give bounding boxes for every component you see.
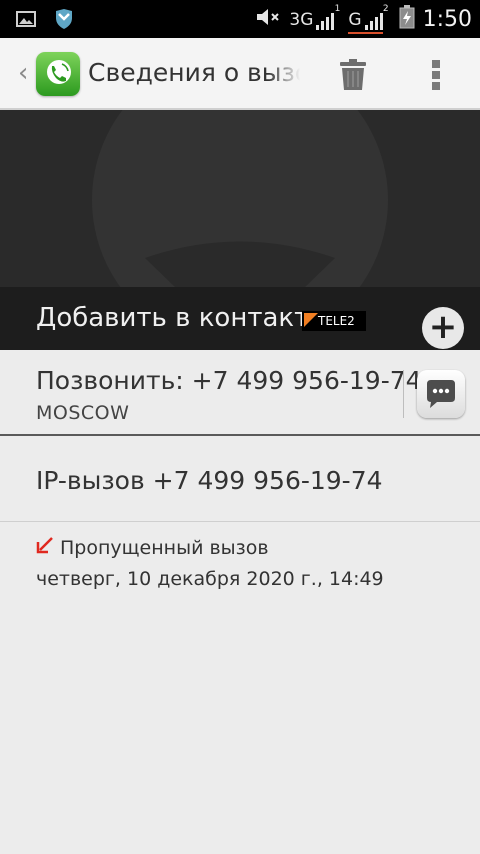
call-location: MOSCOW <box>36 402 130 424</box>
operator-badge: TELE2 <box>302 311 366 331</box>
signal-icon: 3G 1 <box>289 4 340 30</box>
call-history-item: Пропущенный вызов четверг, 10 декабря 20… <box>36 536 384 591</box>
add-to-contacts-bar[interactable]: Добавить в контакт TELE2 + <box>0 287 480 350</box>
back-button[interactable]: ‹ <box>18 58 28 88</box>
shield-icon <box>54 8 74 34</box>
missed-call-label: Пропущенный вызов <box>60 536 269 559</box>
operator-name: TELE2 <box>318 314 355 328</box>
call-number-label: Позвонить: +7 499 956-19-74 <box>36 366 422 395</box>
battery-charging-icon <box>399 5 415 33</box>
overflow-menu-icon[interactable] <box>430 58 442 92</box>
network-g-label: G <box>348 10 362 30</box>
trash-icon[interactable] <box>338 58 368 92</box>
status-bar: 3G 1 G 2 1:50 <box>0 0 480 38</box>
add-to-contacts-label: Добавить в контакт <box>36 303 310 333</box>
message-icon <box>427 380 455 408</box>
call-date: четверг, 10 декабря 2020 г., 14:49 <box>36 568 384 590</box>
signal-icon: G 2 <box>348 4 389 34</box>
sim1-index: 1 <box>334 4 341 14</box>
mute-icon <box>255 6 281 32</box>
send-message-button[interactable] <box>417 370 465 418</box>
missed-call-line: Пропущенный вызов <box>36 536 384 559</box>
missed-call-icon <box>36 536 54 559</box>
add-contact-button[interactable]: + <box>422 307 464 349</box>
network-3g-label: 3G <box>289 10 314 30</box>
ip-call-label: IP-вызов +7 499 956-19-74 <box>36 466 383 495</box>
image-icon <box>16 10 36 32</box>
page-title: Сведения о вызове <box>88 58 300 87</box>
call-number-row[interactable]: Позвонить: +7 499 956-19-74 MOSCOW <box>0 350 480 436</box>
clock: 1:50 <box>422 6 472 32</box>
ip-call-row[interactable]: IP-вызов +7 499 956-19-74 <box>0 436 480 522</box>
phone-app-icon[interactable] <box>36 52 80 96</box>
divider <box>403 370 404 418</box>
action-bar: ‹ Сведения о вызове <box>0 38 480 110</box>
sim2-index: 2 <box>382 4 389 14</box>
operator-flag-icon <box>304 313 318 327</box>
